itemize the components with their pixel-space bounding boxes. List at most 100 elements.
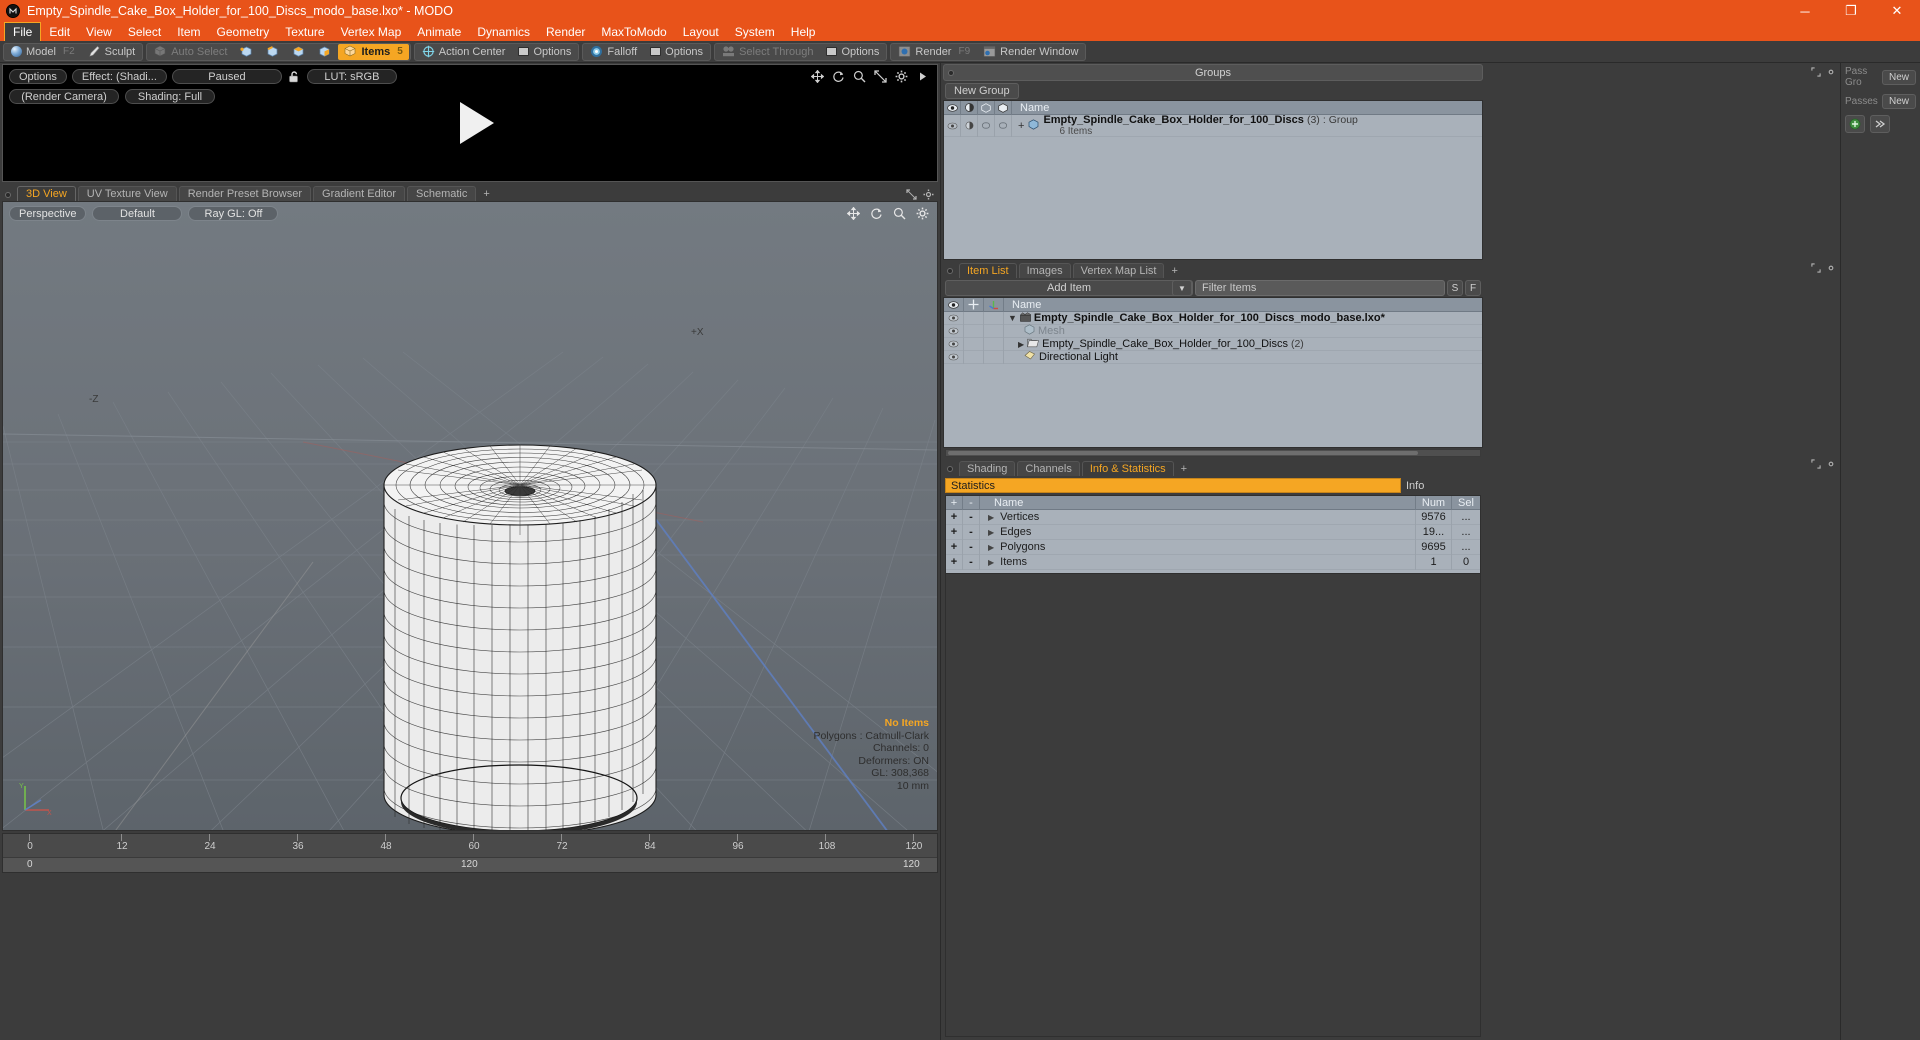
- action-center-options-button[interactable]: Options: [512, 44, 577, 60]
- row-visibility-toggle[interactable]: [944, 114, 961, 137]
- row-transform-cell[interactable]: [964, 324, 984, 338]
- projection-button[interactable]: Perspective: [9, 206, 87, 221]
- group-row-name-cell[interactable]: + Empty_Spindle_Cake_Box_Holder_for_100_…: [1012, 114, 1482, 137]
- row-minus-button[interactable]: -: [963, 554, 980, 570]
- statistics-label[interactable]: Statistics: [945, 478, 1401, 493]
- close-button[interactable]: ✕: [1874, 0, 1920, 22]
- row-visibility-toggle[interactable]: [944, 350, 964, 364]
- row-transform-cell[interactable]: [964, 311, 984, 325]
- row-plus-button[interactable]: +: [946, 539, 963, 555]
- preview-options-button[interactable]: Options: [9, 69, 67, 84]
- render-window-button[interactable]: Render Window: [977, 44, 1084, 60]
- select-options-button[interactable]: Options: [820, 44, 885, 60]
- tab-item-list[interactable]: Item List: [959, 263, 1017, 278]
- viewport-3d[interactable]: Perspective Default Ray GL: Off +X -Z No…: [2, 201, 938, 831]
- timeline[interactable]: 0 12 24 36 48 60 72 84 96 108 120 0 120 …: [2, 833, 938, 873]
- expand-icon[interactable]: [1811, 262, 1821, 276]
- gear-icon[interactable]: [1826, 262, 1836, 276]
- filter-items-input[interactable]: Filter Items: [1195, 280, 1445, 296]
- item-row-name-cell[interactable]: Mesh: [1004, 324, 1482, 338]
- item-list-hscrollbar[interactable]: [945, 449, 1481, 457]
- tab-render-preset-browser[interactable]: Render Preset Browser: [178, 186, 312, 201]
- row-visibility-toggle[interactable]: [944, 324, 964, 338]
- axis-gizmo[interactable]: Y X: [17, 780, 53, 817]
- gear-icon[interactable]: [1826, 66, 1836, 80]
- row-name-cell[interactable]: ▶ Edges: [980, 524, 1416, 540]
- row-render-toggle[interactable]: [995, 114, 1012, 137]
- add-item-tab-button[interactable]: +: [1166, 263, 1182, 278]
- row-expander[interactable]: ▶: [1018, 340, 1024, 349]
- tab-channels[interactable]: Channels: [1017, 461, 1080, 476]
- row-expander[interactable]: ▶: [988, 513, 994, 522]
- passes-new-button[interactable]: New: [1881, 94, 1916, 109]
- tab-gradient-editor[interactable]: Gradient Editor: [313, 186, 405, 201]
- table-row[interactable]: + - ▶ Items 1 0: [946, 554, 1480, 570]
- table-row[interactable]: Directional Light: [944, 350, 1482, 364]
- row-transform-cell[interactable]: [964, 337, 984, 351]
- add-info-tab-button[interactable]: +: [1176, 461, 1192, 476]
- row-plus-button[interactable]: +: [946, 554, 963, 570]
- table-row[interactable]: + - ▶ Polygons 9695 ...: [946, 539, 1480, 555]
- material-mode-button[interactable]: [312, 44, 337, 60]
- raygl-button[interactable]: Ray GL: Off: [188, 206, 279, 221]
- row-plus-button[interactable]: +: [946, 509, 963, 525]
- row-transform-cell[interactable]: [964, 350, 984, 364]
- row-name-cell[interactable]: ▶ Vertices: [980, 509, 1416, 525]
- menu-view[interactable]: View: [78, 22, 120, 41]
- action-center-button[interactable]: Action Center: [416, 44, 512, 60]
- polygon-mode-button[interactable]: [286, 44, 311, 60]
- shading-preset-button[interactable]: Default: [92, 206, 183, 221]
- row-name-cell[interactable]: ▶ Polygons: [980, 539, 1416, 555]
- rotate-icon[interactable]: [832, 70, 845, 83]
- maximize-button[interactable]: ❐: [1828, 0, 1874, 22]
- falloff-button[interactable]: Falloff: [584, 44, 643, 60]
- info-panel-dot-icon[interactable]: [947, 466, 953, 472]
- gear-icon[interactable]: [1826, 458, 1836, 472]
- row-minus-button[interactable]: -: [963, 539, 980, 555]
- expand-icon[interactable]: [906, 189, 917, 200]
- gear-icon[interactable]: [895, 70, 908, 83]
- groups-tree[interactable]: Name + Empty_Spindle_Cake_Box_Holder_for…: [943, 100, 1483, 260]
- table-row[interactable]: + - ▶ Edges 19... ...: [946, 524, 1480, 540]
- gear-icon[interactable]: [923, 189, 934, 200]
- row-wire-toggle[interactable]: [978, 114, 995, 137]
- tab-vertex-map-list[interactable]: Vertex Map List: [1072, 263, 1165, 278]
- chevron-down-icon[interactable]: ▼: [1172, 280, 1192, 296]
- add-viewport-tab-button[interactable]: +: [478, 186, 494, 201]
- preview-lut-button[interactable]: LUT: sRGB: [306, 69, 397, 84]
- menu-texture[interactable]: Texture: [277, 22, 332, 41]
- viewport-tab-dot-icon[interactable]: [5, 192, 11, 198]
- row-shading-toggle[interactable]: [961, 114, 978, 137]
- tab-schematic[interactable]: Schematic: [407, 186, 477, 201]
- info-label[interactable]: Info: [1401, 478, 1481, 493]
- render-button[interactable]: Render F9: [892, 44, 976, 60]
- table-row[interactable]: + - ▶ Vertices 9576 ...: [946, 509, 1480, 525]
- zoom-icon[interactable]: [853, 70, 866, 83]
- render-camera-button[interactable]: (Render Camera): [9, 89, 119, 104]
- row-expander[interactable]: +: [1018, 120, 1024, 132]
- items-mode-button[interactable]: Items 5: [338, 43, 409, 60]
- falloff-options-button[interactable]: Options: [644, 44, 709, 60]
- vertex-mode-button[interactable]: [234, 44, 259, 60]
- menu-edit[interactable]: Edit: [41, 22, 78, 41]
- menu-dynamics[interactable]: Dynamics: [469, 22, 538, 41]
- tab-images[interactable]: Images: [1018, 263, 1071, 278]
- row-color-cell[interactable]: [984, 337, 1004, 351]
- zoom-icon[interactable]: [893, 207, 906, 220]
- row-expander[interactable]: ▶: [988, 558, 994, 567]
- row-visibility-toggle[interactable]: [944, 337, 964, 351]
- shading-button[interactable]: Shading: Full: [125, 89, 215, 104]
- tab-info-statistics[interactable]: Info & Statistics: [1081, 461, 1174, 476]
- menu-system[interactable]: System: [727, 22, 783, 41]
- new-group-button[interactable]: New Group: [945, 83, 1019, 99]
- menu-animate[interactable]: Animate: [409, 22, 469, 41]
- groups-panel-dot-icon[interactable]: [948, 70, 954, 76]
- tab-uv-texture-view[interactable]: UV Texture View: [77, 186, 177, 201]
- row-color-cell[interactable]: [984, 350, 1004, 364]
- move-icon[interactable]: [810, 69, 825, 84]
- preview-effect-button[interactable]: Effect: (Shadi...: [71, 69, 167, 84]
- unlocked-padlock-icon[interactable]: [287, 69, 302, 84]
- edge-mode-button[interactable]: [260, 44, 285, 60]
- item-list-dot-icon[interactable]: [947, 268, 953, 274]
- row-expander[interactable]: ▶: [988, 528, 994, 537]
